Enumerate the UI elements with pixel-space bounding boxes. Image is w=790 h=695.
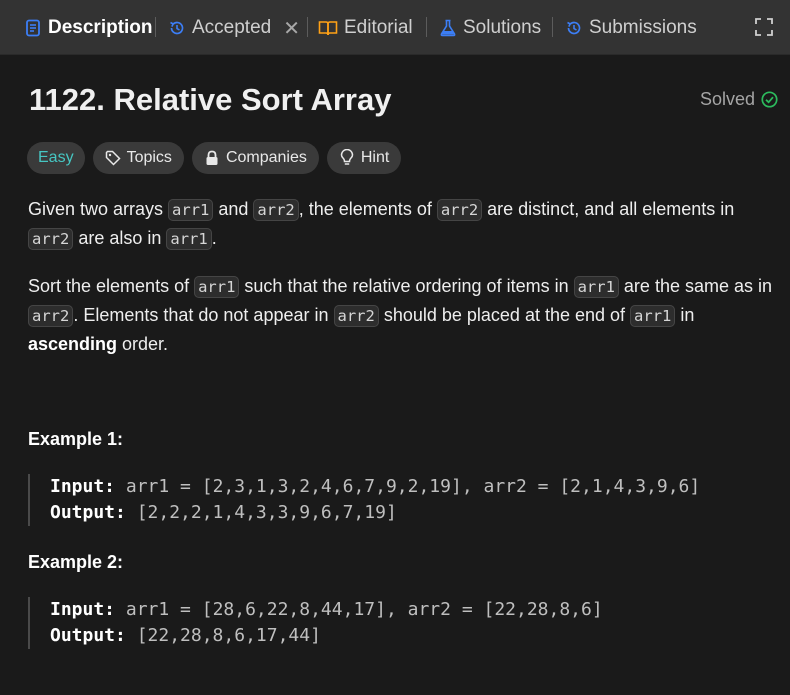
topics-button[interactable]: Topics	[92, 142, 184, 174]
lightbulb-icon	[340, 149, 354, 165]
text: are the same as in	[618, 276, 773, 296]
inline-code: arr1	[194, 276, 240, 298]
input-value: arr1 = [2,3,1,3,2,4,6,7,9,2,19], arr2 = …	[115, 476, 701, 497]
example-title: Example 1:	[28, 429, 124, 449]
text: Sort the elements of	[28, 276, 195, 296]
expand-icon[interactable]	[754, 17, 774, 37]
text: .	[211, 228, 217, 248]
text: are also in	[73, 228, 167, 248]
inline-code: arr2	[28, 305, 74, 327]
tab-description-label: Description	[48, 17, 153, 38]
input-value: arr1 = [28,6,22,8,44,17], arr2 = [22,28,…	[115, 599, 603, 620]
history-icon	[170, 21, 184, 35]
close-icon[interactable]: ✕	[283, 16, 300, 41]
tab-submissions-label: Submissions	[589, 17, 697, 38]
example-title: Example 2:	[28, 552, 124, 572]
inline-code: arr2	[28, 228, 74, 250]
inline-code: arr2	[436, 199, 483, 221]
difficulty-badge: Easy	[27, 142, 85, 174]
tag-icon	[105, 150, 121, 166]
tab-solutions[interactable]: Solutions	[439, 15, 541, 41]
book-icon	[318, 21, 338, 36]
tab-divider	[426, 17, 427, 37]
tab-divider	[307, 17, 308, 37]
hint-label: Hint	[360, 149, 390, 166]
text: Given two arrays	[28, 199, 169, 219]
description-paragraph: Sort the elements of arr1 such that the …	[28, 272, 778, 358]
solved-label: Solved	[699, 89, 755, 109]
companies-button[interactable]: Companies	[191, 142, 319, 174]
tab-divider	[155, 17, 156, 37]
tab-accepted-label: Accepted	[192, 17, 272, 38]
tab-divider	[552, 17, 553, 37]
text: order.	[117, 334, 169, 354]
text: are distinct, and all elements in	[482, 199, 735, 219]
inline-code: arr1	[168, 199, 214, 221]
text: should be placed at the end of	[378, 305, 631, 325]
solved-status: Solved	[700, 89, 778, 110]
tab-editorial[interactable]: Editorial	[318, 15, 413, 41]
difficulty-label: Easy	[38, 149, 74, 166]
inline-code: arr1	[573, 276, 619, 298]
document-icon	[26, 19, 40, 37]
tab-solutions-label: Solutions	[463, 17, 542, 38]
tag-chips: Easy Topics Companies Hint	[27, 142, 402, 174]
problem-page: Description Accepted ✕ Editorial Solutio…	[0, 0, 790, 695]
hint-button[interactable]: Hint	[326, 142, 402, 174]
example-block: Input: arr1 = [2,3,1,3,2,4,6,7,9,2,19], …	[28, 474, 790, 526]
output-label: Output:	[50, 625, 126, 646]
tab-submissions[interactable]: Submissions	[565, 15, 697, 41]
text: . Elements that do not appear in	[73, 305, 334, 325]
inline-code: arr2	[333, 305, 379, 327]
output-label: Output:	[50, 502, 126, 523]
topics-label: Topics	[126, 149, 172, 166]
description-paragraph: Given two arrays arr1 and arr2, the elem…	[28, 195, 778, 253]
input-label: Input:	[50, 476, 116, 497]
history-icon	[567, 21, 581, 35]
example-block: Input: arr1 = [28,6,22,8,44,17], arr2 = …	[28, 597, 790, 649]
lock-icon	[206, 150, 218, 165]
text: and	[213, 199, 254, 219]
flask-icon	[440, 19, 456, 37]
tab-editorial-label: Editorial	[344, 17, 413, 38]
tab-description[interactable]: Description	[24, 15, 153, 41]
output-value: [2,2,2,1,4,3,3,9,6,7,19]	[125, 502, 397, 523]
inline-code: arr1	[166, 228, 212, 250]
problem-title: 1122. Relative Sort Array	[29, 82, 392, 117]
text: such that the relative ordering of items…	[239, 276, 574, 296]
text: in	[675, 305, 695, 325]
text: , the elements of	[298, 199, 437, 219]
input-label: Input:	[50, 599, 116, 620]
bold-text: ascending	[28, 334, 118, 354]
inline-code: arr1	[630, 305, 676, 327]
tab-bar: Description Accepted ✕ Editorial Solutio…	[0, 0, 790, 55]
tab-accepted[interactable]: Accepted ✕	[168, 15, 300, 41]
companies-label: Companies	[225, 149, 307, 166]
output-value: [22,28,8,6,17,44]	[125, 625, 321, 646]
inline-code: arr2	[253, 199, 299, 221]
check-circle-icon	[761, 91, 778, 108]
